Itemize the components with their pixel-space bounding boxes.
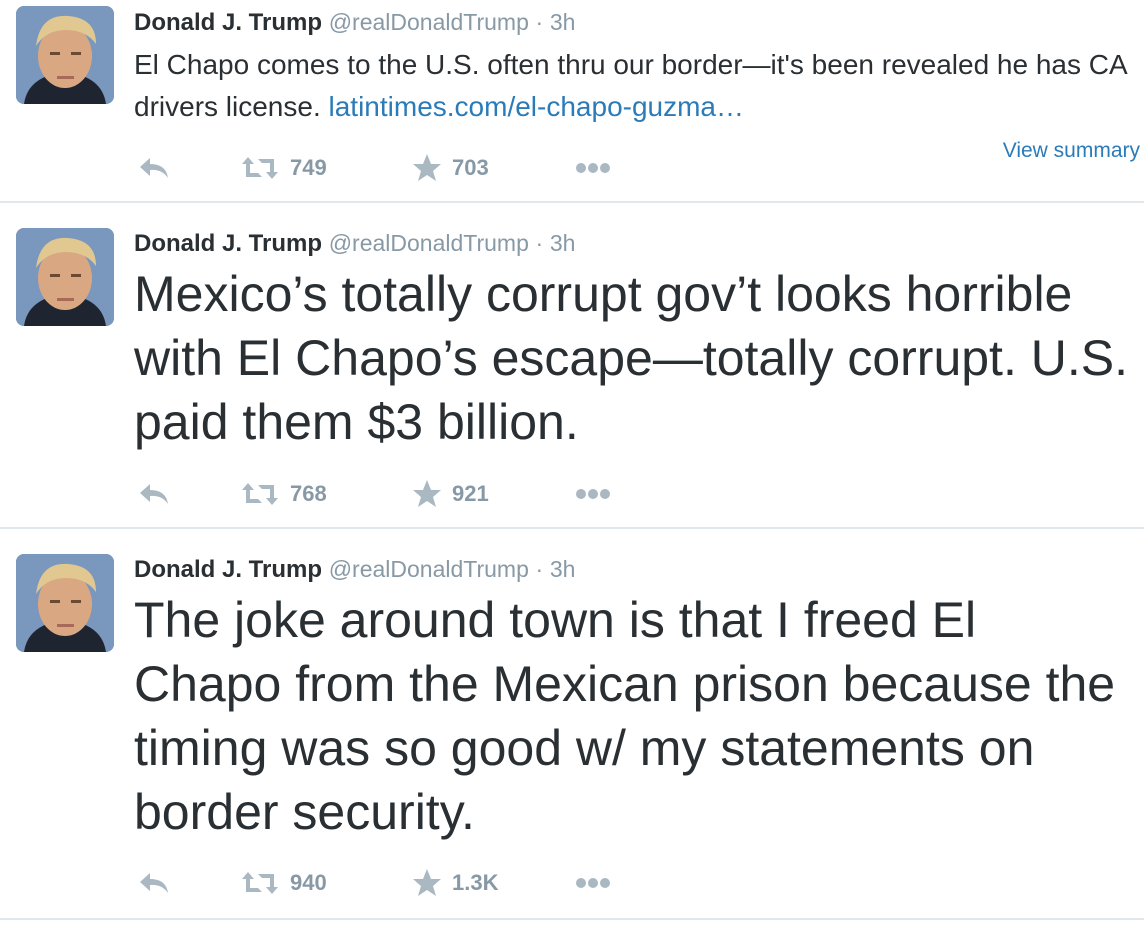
more-button[interactable] [575,148,611,188]
retweet-icon [240,870,280,896]
retweet-button[interactable]: 768 [240,474,327,514]
author-handle[interactable]: @realDonaldTrump [329,556,529,582]
tweet: Donald J. Trump @realDonaldTrump · 3h El… [0,0,1144,203]
tweet-text: The joke around town is that I freed El … [134,592,1116,840]
retweet-count: 749 [290,155,327,180]
reply-icon [138,481,170,507]
reply-button[interactable] [138,474,170,514]
retweet-count: 768 [290,481,327,506]
reply-icon [138,155,170,181]
author-name[interactable]: Donald J. Trump [134,556,322,583]
favorite-count: 921 [452,481,489,506]
reply-icon [138,870,170,896]
avatar[interactable] [16,554,114,652]
author-name[interactable]: Donald J. Trump [134,230,322,257]
more-dots-icon [575,162,611,174]
more-button[interactable] [575,474,611,514]
avatar[interactable] [16,6,114,104]
view-summary-link[interactable]: View summary [1003,139,1140,163]
retweet-icon [240,481,280,507]
separator-dot: · [535,556,544,582]
favorite-count: 1.3K [452,870,499,895]
avatar[interactable] [16,228,114,326]
author-handle[interactable]: @realDonaldTrump [329,230,529,256]
separator-dot: · [535,9,544,35]
more-dots-icon [575,877,611,889]
separator-dot: · [535,230,544,256]
timestamp[interactable]: 3h [550,556,576,582]
timestamp[interactable]: 3h [550,9,576,35]
more-button[interactable] [575,863,611,903]
favorite-count: 703 [452,155,489,180]
tweet: Donald J. Trump @realDonaldTrump · 3h Me… [0,203,1144,529]
star-icon [412,153,442,183]
author-name[interactable]: Donald J. Trump [134,9,322,36]
retweet-button[interactable]: 940 [240,863,327,903]
favorite-button[interactable]: 703 [412,148,489,188]
timestamp[interactable]: 3h [550,230,576,256]
tweet: Donald J. Trump @realDonaldTrump · 3h Th… [0,529,1144,920]
reply-button[interactable] [138,148,170,188]
favorite-button[interactable]: 921 [412,474,489,514]
favorite-button[interactable]: 1.3K [412,863,498,903]
reply-button[interactable] [138,863,170,903]
tweet-actions: 749 703 [134,148,654,188]
tweet-actions: 940 1.3K [134,863,654,903]
tweet-text: El Chapo comes to the U.S. often thru ou… [134,44,1134,128]
tweet-text: Mexico’s totally corrupt gov’t looks hor… [134,266,1128,450]
retweet-count: 940 [290,870,327,895]
star-icon [412,868,442,898]
more-dots-icon [575,488,611,500]
tweet-actions: 768 921 [134,474,654,514]
retweet-icon [240,155,280,181]
tweet-link[interactable]: latintimes.com/el-chapo-guzma… [329,91,745,122]
author-handle[interactable]: @realDonaldTrump [329,9,529,35]
retweet-button[interactable]: 749 [240,148,327,188]
star-icon [412,479,442,509]
